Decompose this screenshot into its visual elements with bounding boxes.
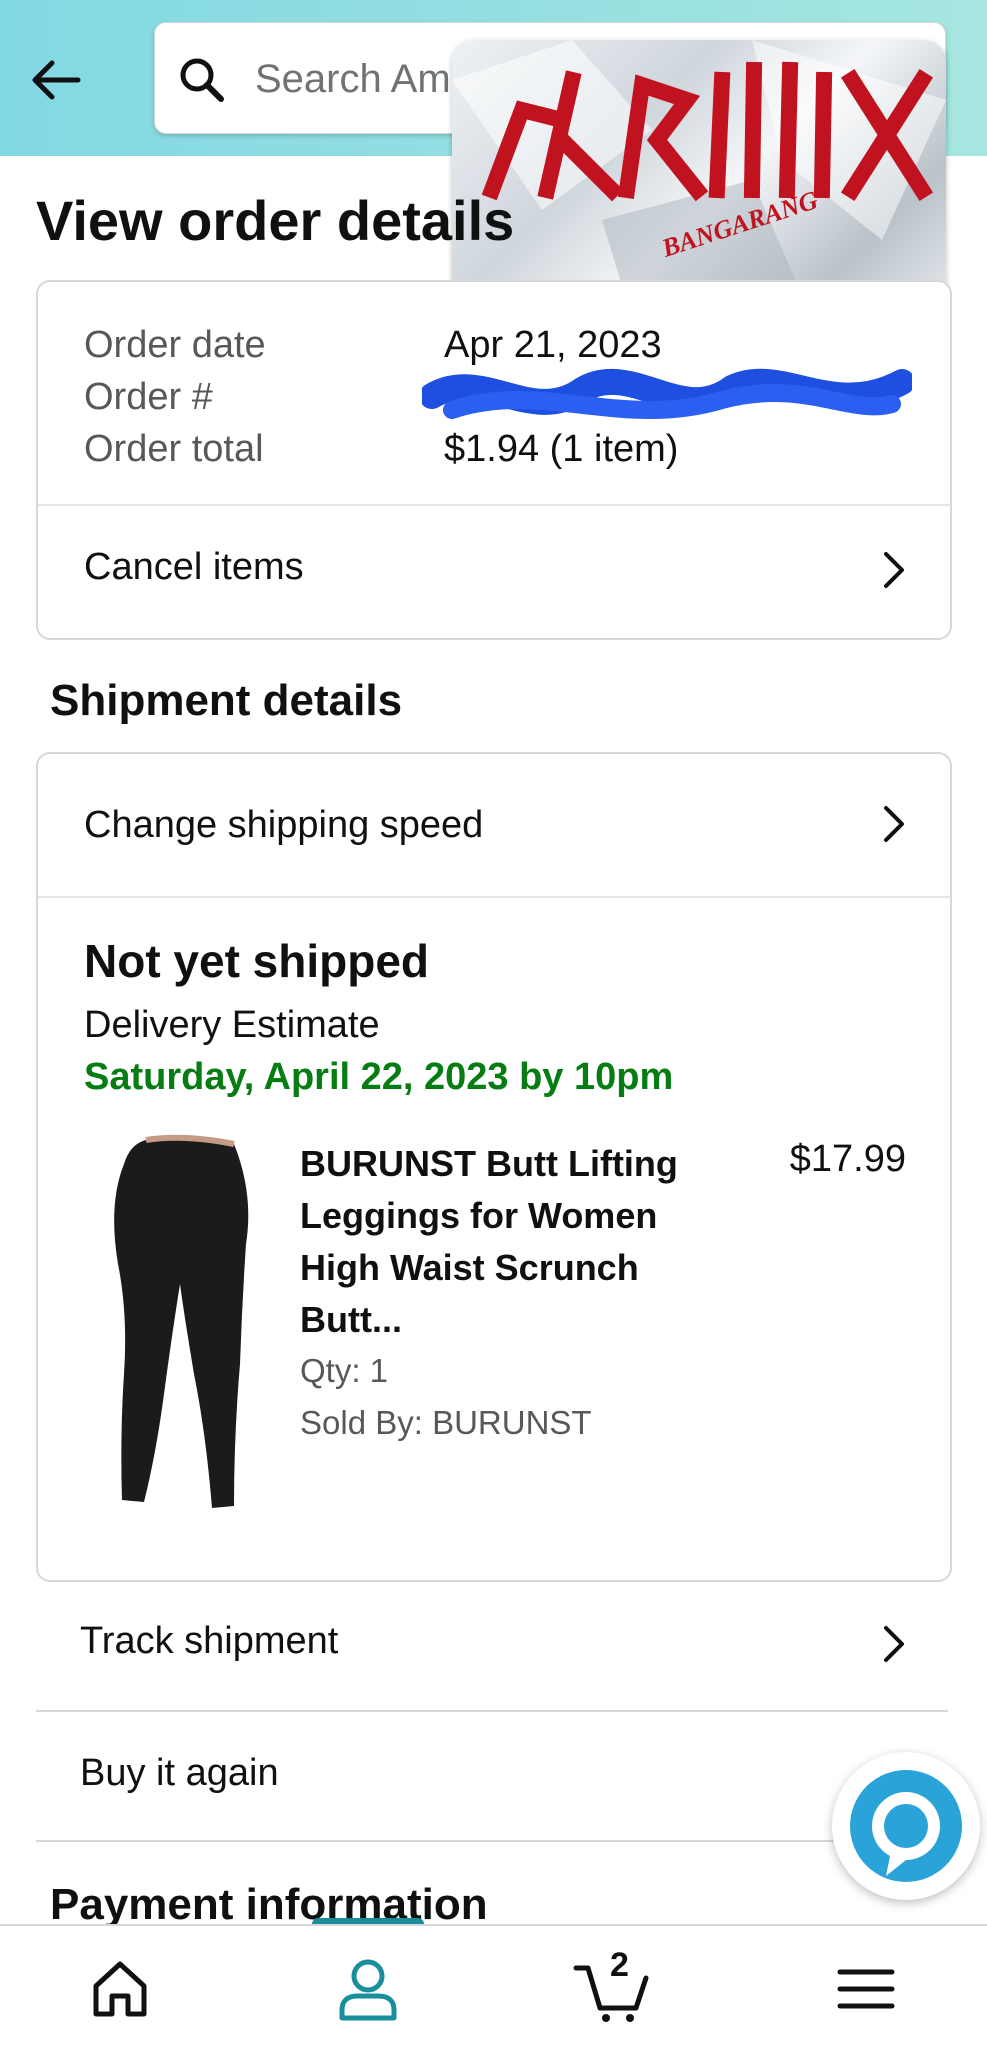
delivery-estimate-label: Delivery Estimate (84, 1004, 380, 1046)
order-total-value: $1.94 (1 item) (444, 428, 679, 470)
track-shipment-row[interactable]: Track shipment (36, 1580, 948, 1710)
buy-it-again-row[interactable]: Buy it again (36, 1712, 948, 1842)
buy-it-again-label: Buy it again (80, 1752, 279, 1794)
product-qty: Qty: 1 (300, 1352, 389, 1389)
delivery-estimate-date: Saturday, April 22, 2023 by 10pm (84, 1056, 674, 1098)
menu-icon[interactable] (826, 1954, 906, 2024)
shipment-status: Not yet shipped (84, 935, 430, 987)
divider (36, 1840, 948, 1842)
alexa-icon (850, 1770, 962, 1882)
page-title: View order details (36, 189, 515, 252)
order-date-label: Order date (84, 324, 266, 366)
cart-count-badge: 2 (610, 1946, 629, 1984)
product-title[interactable]: BURUNST Butt Lifting Leggings for Women … (300, 1138, 690, 1346)
chevron-right-icon (878, 550, 910, 590)
bottom-nav (0, 1924, 987, 2050)
account-icon[interactable] (328, 1954, 408, 2024)
order-total-label: Order total (84, 428, 264, 470)
cancel-items-row[interactable]: Cancel items (38, 506, 950, 636)
shipment-card: Change shipping speed Not yet shipped De… (36, 752, 952, 1582)
product-image[interactable] (84, 1134, 284, 1514)
track-shipment-label: Track shipment (80, 1620, 339, 1662)
divider (38, 896, 950, 898)
chevron-right-icon (878, 1624, 910, 1664)
order-number-label: Order # (84, 376, 213, 418)
redaction-scribble (419, 360, 915, 432)
back-arrow-icon[interactable] (26, 50, 86, 110)
search-icon[interactable] (177, 55, 227, 105)
chevron-right-icon (878, 804, 910, 844)
change-shipping-speed-row[interactable]: Change shipping speed (38, 754, 950, 896)
cancel-items-label: Cancel items (84, 546, 304, 588)
alexa-button[interactable] (832, 1752, 980, 1900)
shipment-details-title: Shipment details (50, 676, 403, 725)
home-icon[interactable] (80, 1954, 160, 2024)
album-art-overlay[interactable]: BANGARANG (452, 40, 946, 318)
order-summary-card: Order date Apr 21, 2023 Order # Order to… (36, 280, 952, 640)
product-price: $17.99 (789, 1138, 906, 1180)
change-shipping-speed-label: Change shipping speed (84, 804, 484, 846)
product-seller: Sold By: BURUNST (300, 1404, 592, 1441)
